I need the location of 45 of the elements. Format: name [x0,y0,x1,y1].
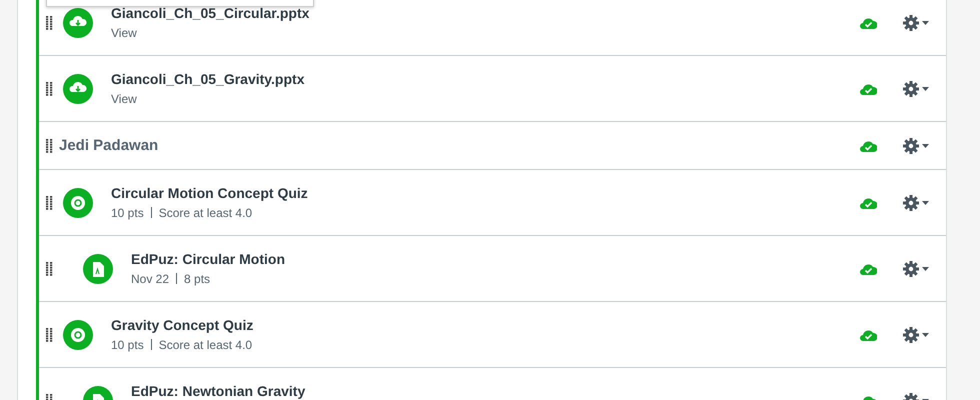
item-detail: View [111,26,137,40]
settings-menu[interactable] [903,14,929,30]
settings-icon [903,326,919,342]
cloud-check-icon[interactable] [860,262,877,275]
drag-handle-icon[interactable] [46,328,53,342]
cloud-check-icon[interactable] [860,196,877,209]
caret-icon [922,332,929,336]
item-title[interactable]: Giancoli_Ch_05_Gravity.pptx [111,70,304,86]
drag-handle-icon[interactable] [46,138,53,152]
item-detail: View [111,92,137,106]
settings-menu[interactable] [903,80,929,96]
drag-handle-icon[interactable] [46,82,53,96]
item-title[interactable]: Gravity Concept Quiz [111,316,254,332]
caret-icon [922,200,929,204]
drag-handle-icon[interactable] [46,16,53,30]
item-detail: Nov 22 [131,272,170,286]
settings-menu[interactable] [903,326,929,342]
settings-menu[interactable] [903,194,929,210]
caret-icon [922,86,929,90]
item-detail: Score at least 4.0 [158,206,252,220]
item-title[interactable]: Giancoli_Ch_05_Circular.pptx [111,4,310,20]
settings-icon [903,14,919,30]
item-detail: Score at least 4.0 [158,338,252,352]
cloud-check-icon[interactable] [860,16,877,29]
item-title[interactable]: Jedi Padawan [59,137,158,154]
caret-icon [922,144,929,148]
caret-icon [922,20,929,24]
item-detail: 8 pts [184,272,210,286]
item-title[interactable]: EdPuz: Circular Motion [131,250,285,266]
settings-menu[interactable] [903,260,929,276]
settings-icon [903,138,919,154]
item-title[interactable]: EdPuz: Newtonian Gravity [131,382,306,398]
settings-icon [903,194,919,210]
cloud-check-icon[interactable] [860,328,877,341]
item-detail: 10 pts [111,338,144,352]
settings-icon [903,260,919,276]
settings-menu[interactable] [903,138,929,154]
drag-handle-icon[interactable] [46,262,53,276]
item-detail: 10 pts [111,206,144,220]
settings-icon [903,80,919,96]
cloud-check-icon[interactable] [860,139,877,152]
cloud-check-icon[interactable] [860,82,877,95]
caret-icon [922,266,929,270]
drag-handle-icon[interactable] [46,196,53,210]
item-title[interactable]: Circular Motion Concept Quiz [111,184,308,200]
